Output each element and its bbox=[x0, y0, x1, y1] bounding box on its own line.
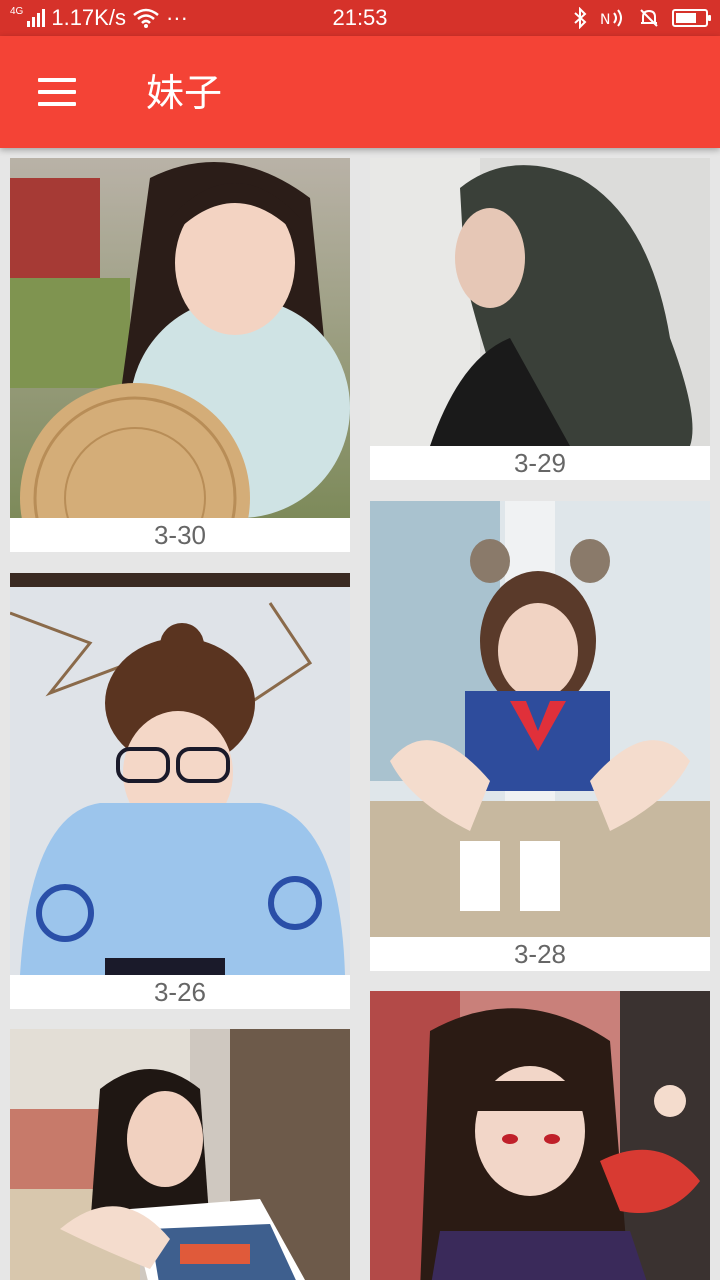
more-indicator: ··· bbox=[165, 5, 188, 30]
nfc-icon: N bbox=[600, 9, 622, 28]
status-right: N bbox=[572, 0, 711, 36]
photo-girl-in-overalls bbox=[10, 1029, 350, 1280]
network-type: 4G bbox=[10, 5, 24, 17]
card-date: 3-29 bbox=[513, 448, 567, 478]
status-bar: 4G 1.17K/s ··· 21:53 N bbox=[0, 0, 720, 36]
hamburger-menu-icon[interactable] bbox=[24, 68, 88, 116]
page-title: 妹子 bbox=[146, 71, 223, 115]
photo-girl-in-sailor-uniform bbox=[370, 501, 710, 937]
photo-card[interactable]: 3-29 bbox=[370, 158, 710, 480]
bell-off-icon bbox=[640, 9, 658, 27]
photo-grid[interactable]: 3-30 3-29 3-26 3-28 bbox=[0, 148, 720, 1280]
svg-text:N: N bbox=[600, 12, 610, 28]
battery-icon bbox=[672, 9, 711, 27]
photo-girl-with-bamboo-fan bbox=[10, 158, 350, 518]
photo-card[interactable]: 3-30 bbox=[10, 158, 350, 552]
photo-card[interactable]: 3-28 bbox=[370, 501, 710, 971]
photo-girl-in-kimono-cosplay bbox=[370, 991, 710, 1280]
card-date: 3-28 bbox=[513, 939, 567, 969]
photo-card[interactable] bbox=[370, 991, 710, 1280]
wifi-icon bbox=[133, 8, 159, 28]
bluetooth-icon bbox=[574, 7, 587, 29]
card-date: 3-30 bbox=[153, 520, 207, 550]
photo-girl-with-long-wavy-hair bbox=[370, 158, 710, 446]
photo-card[interactable] bbox=[10, 1029, 350, 1280]
photo-girl-with-glasses-in-snow bbox=[10, 573, 350, 975]
status-left: 4G 1.17K/s ··· bbox=[10, 0, 188, 36]
battery-level bbox=[676, 13, 696, 23]
card-date: 3-26 bbox=[153, 977, 207, 1007]
app-bar: 妹子 bbox=[0, 36, 720, 148]
photo-card[interactable]: 3-26 bbox=[10, 573, 350, 1009]
network-speed: 1.17K/s bbox=[51, 5, 126, 30]
signal-icon bbox=[27, 9, 46, 27]
